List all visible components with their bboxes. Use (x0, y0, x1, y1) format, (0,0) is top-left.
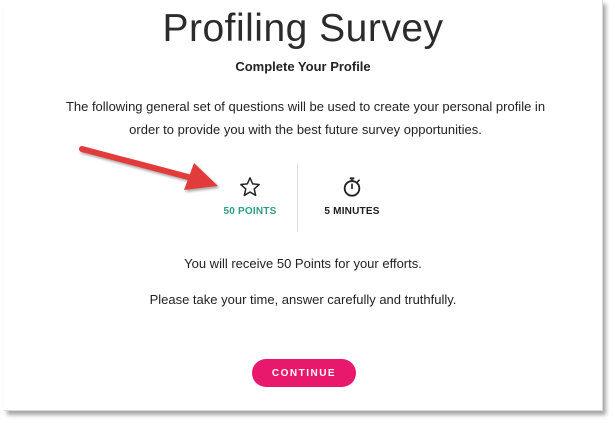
page-title: Profiling Survey (162, 7, 444, 50)
survey-card: Profiling Survey Complete Your Profile T… (4, 0, 603, 411)
time-label: 5 MINUTES (324, 206, 380, 217)
advice-text: Please take your time, answer carefully … (149, 292, 457, 307)
page-subtitle: Complete Your Profile (235, 59, 371, 74)
intro-text: The following general set of questions w… (65, 99, 546, 137)
continue-button[interactable]: CONTINUE (252, 359, 356, 387)
time-stat: 5 MINUTES (292, 176, 412, 217)
star-outline-icon (240, 177, 260, 197)
reward-text: You will receive 50 Points for your effo… (184, 256, 422, 271)
stopwatch-icon (343, 177, 361, 197)
